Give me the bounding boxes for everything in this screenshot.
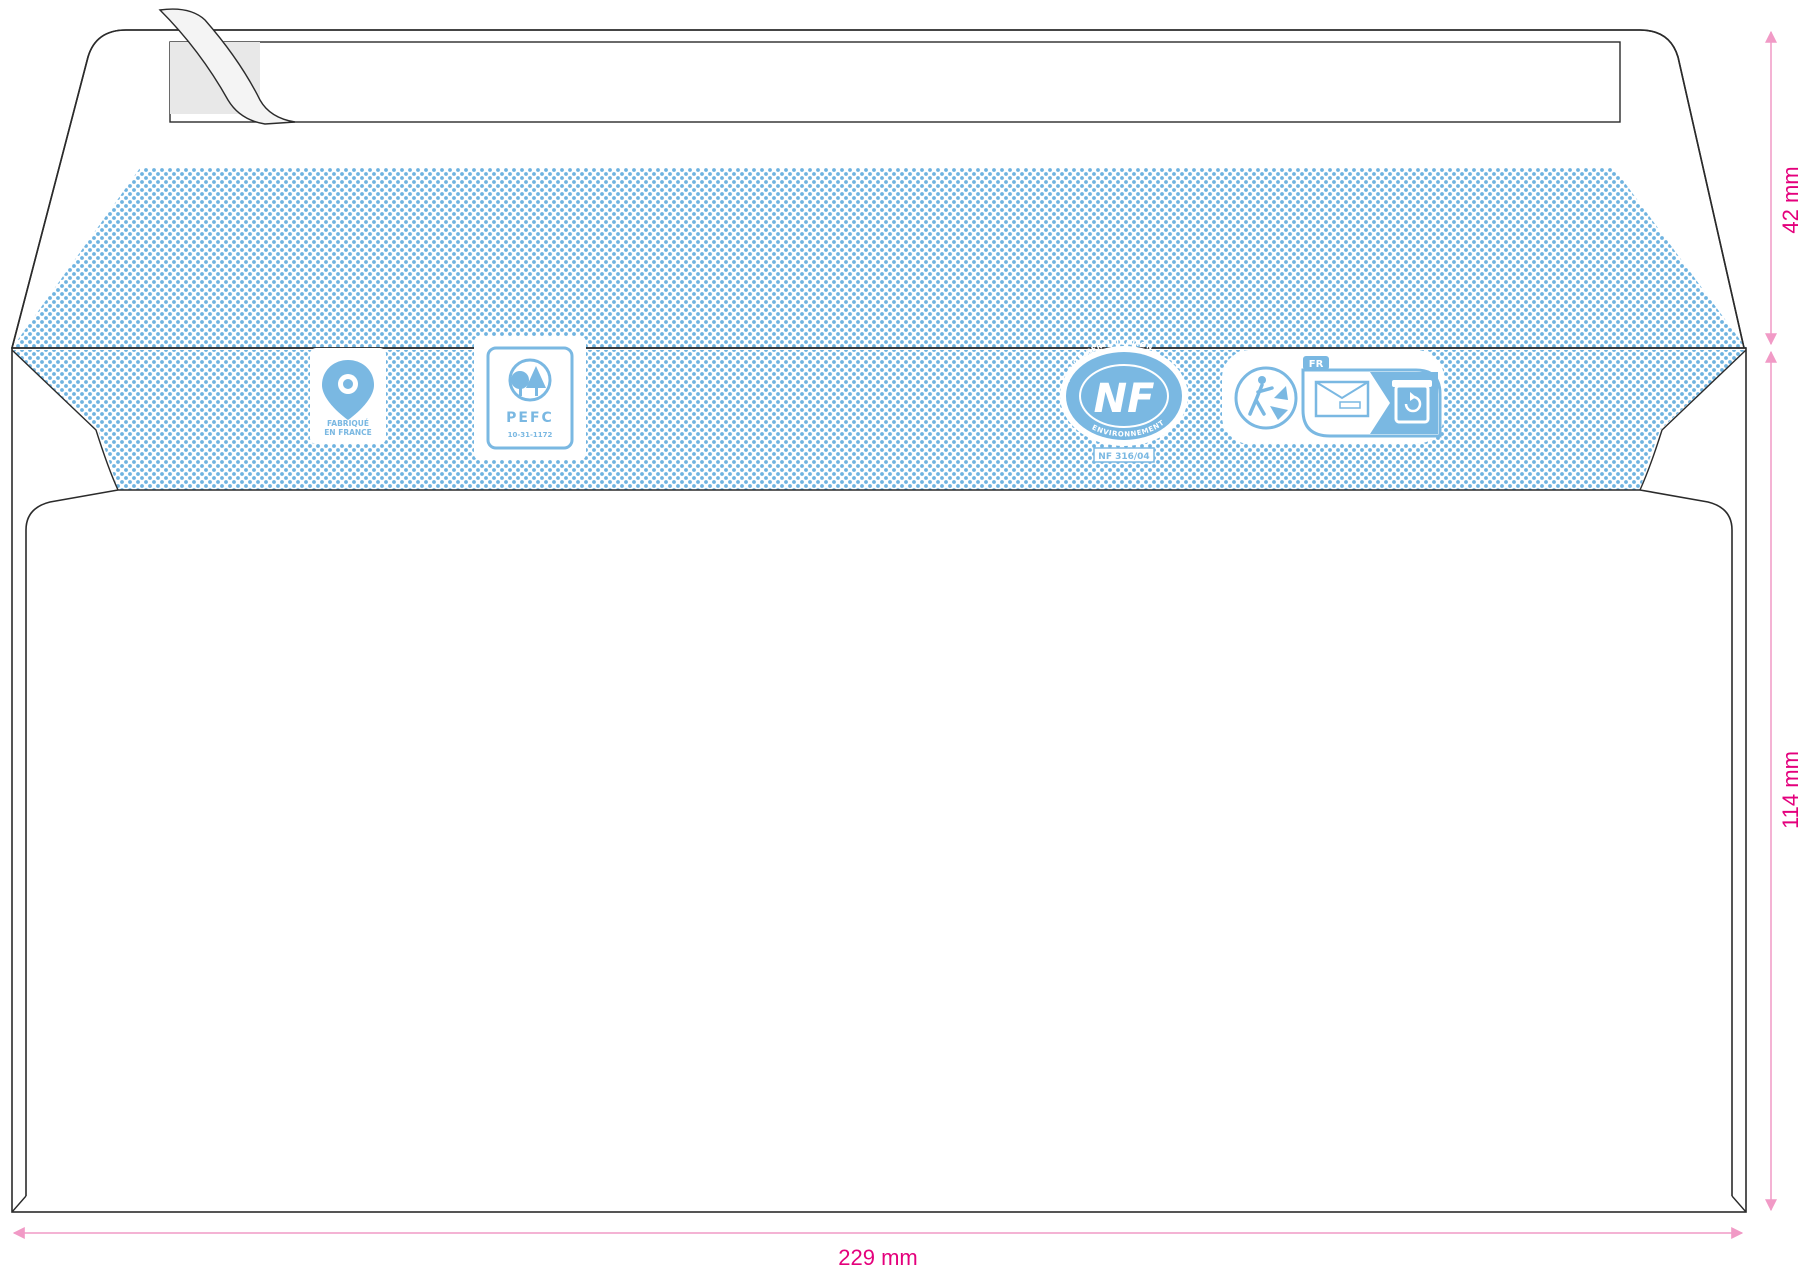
bottom-flap: [25, 489, 1733, 1196]
pefc-code: 10-31-1172: [508, 431, 553, 439]
triman-country: FR: [1309, 359, 1324, 370]
adhesive-strip: [169, 41, 1621, 123]
width-label: 229 mm: [838, 1245, 917, 1270]
flap-height-label: 42 mm: [1778, 166, 1803, 233]
fabrique-en-france-logo: FABRIQUÉ EN FRANCE: [310, 348, 386, 444]
flap-height-dimension: 42 mm: [1765, 30, 1803, 346]
pefc-logo: PEFC 10-31-1172: [474, 336, 586, 460]
body-height-dimension: 114 mm: [1765, 350, 1803, 1212]
triman-info-tri-logo: FR: [1222, 350, 1444, 444]
nf-letters: NF: [1094, 376, 1155, 422]
flap-tint-pattern: [12, 168, 1746, 348]
width-dimension: 229 mm: [12, 1227, 1744, 1270]
body-height-label: 114 mm: [1778, 751, 1803, 829]
inner-tint-pattern: [14, 350, 1744, 490]
fabrique-line1: FABRIQUÉ: [327, 419, 369, 428]
envelope-diagram: FABRIQUÉ EN FRANCE PEFC 10-31-1172 NF AF…: [10, 8, 1803, 1270]
nf-code: NF 316/04: [1098, 452, 1149, 462]
fabrique-line2: EN FRANCE: [324, 428, 372, 437]
envelope-icon: [1314, 380, 1370, 418]
pefc-name: PEFC: [506, 410, 554, 426]
